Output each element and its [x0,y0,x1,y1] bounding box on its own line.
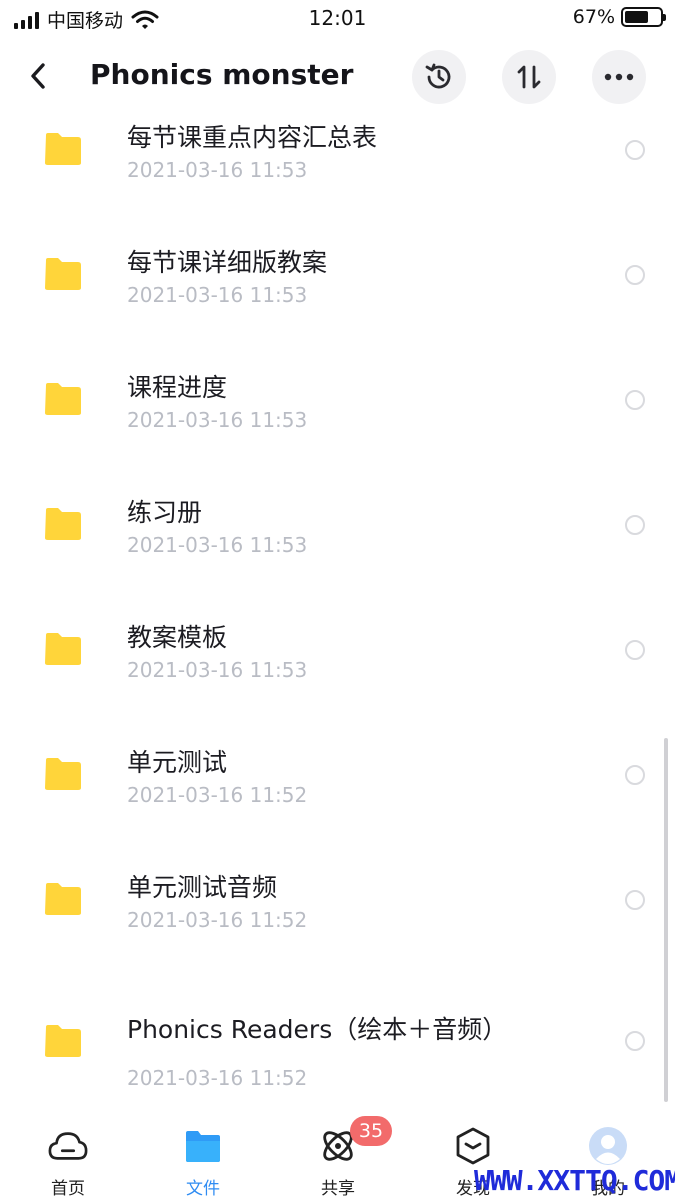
file-date: 2021-03-16 11:53 [127,533,308,557]
select-checkbox[interactable] [625,515,645,535]
battery-percent: 67% [572,6,615,28]
file-name: Phonics Readers（绘本＋音频） [127,1015,508,1044]
file-row[interactable]: 每节课详细版教案 2021-03-16 11:53 [0,233,675,343]
nav-bar: Phonics monster [0,44,675,108]
file-date: 2021-03-16 11:52 [127,1066,308,1090]
share-count-badge: 35 [350,1116,392,1146]
folder-icon [45,883,81,915]
file-row[interactable]: 单元测试音频 2021-03-16 11:52 [0,858,675,968]
page-title: Phonics monster [90,58,354,91]
file-name: 课程进度 [127,373,228,402]
watermark: WWW.XXTTQ.COM [474,1164,675,1197]
sort-icon [517,65,541,89]
file-name: 练习册 [127,498,203,527]
folder-icon [45,1025,81,1057]
avatar-icon [589,1127,627,1165]
file-date: 2021-03-16 11:53 [127,658,308,682]
select-checkbox[interactable] [625,765,645,785]
battery-level [625,11,648,23]
file-row[interactable]: 课程进度 2021-03-16 11:53 [0,358,675,468]
file-date: 2021-03-16 11:53 [127,158,308,182]
folder-icon [45,508,81,540]
cloud-icon [48,1132,88,1160]
tab-home[interactable]: 首页 [28,1126,108,1200]
select-checkbox[interactable] [625,640,645,660]
tab-label: 共享 [321,1179,355,1199]
select-checkbox[interactable] [625,1031,645,1051]
folder-icon [45,758,81,790]
status-bar: 中国移动 12:01 67% [0,0,675,36]
select-checkbox[interactable] [625,890,645,910]
tab-label: 首页 [51,1179,85,1199]
file-row[interactable]: 练习册 2021-03-16 11:53 [0,483,675,593]
more-button[interactable] [592,50,646,104]
file-date: 2021-03-16 11:52 [127,908,308,932]
sort-button[interactable] [502,50,556,104]
history-button[interactable] [412,50,466,104]
battery-icon [621,7,666,27]
file-row[interactable]: 单元测试 2021-03-16 11:52 [0,733,675,843]
file-date: 2021-03-16 11:53 [127,283,308,307]
folder-icon [45,133,81,165]
history-icon [425,63,451,89]
file-name: 教案模板 [127,623,228,652]
file-name: 单元测试音频 [127,873,278,902]
file-row[interactable]: 教案模板 2021-03-16 11:53 [0,608,675,718]
back-button[interactable] [20,54,56,98]
tab-label: 文件 [186,1179,220,1199]
select-checkbox[interactable] [625,140,645,160]
file-name: 单元测试 [127,748,228,777]
chevron-left-icon [31,63,45,89]
file-date: 2021-03-16 11:53 [127,408,308,432]
file-name: 每节课重点内容汇总表 [127,123,378,152]
tab-files[interactable]: 文件 [163,1126,243,1200]
file-name: 每节课详细版教案 [127,248,328,277]
select-checkbox[interactable] [625,390,645,410]
scrollbar[interactable] [664,738,668,1102]
folder-icon [45,633,81,665]
discover-cube-icon [456,1127,490,1165]
folder-icon [45,258,81,290]
file-row[interactable]: 每节课重点内容汇总表 2021-03-16 11:53 [0,108,675,218]
more-horizontal-icon [604,73,634,81]
folder-icon [186,1131,220,1162]
select-checkbox[interactable] [625,265,645,285]
file-date: 2021-03-16 11:52 [127,783,308,807]
folder-icon [45,383,81,415]
file-row[interactable]: Phonics Readers（绘本＋音频） 2021-03-16 11:52 [0,988,675,1108]
